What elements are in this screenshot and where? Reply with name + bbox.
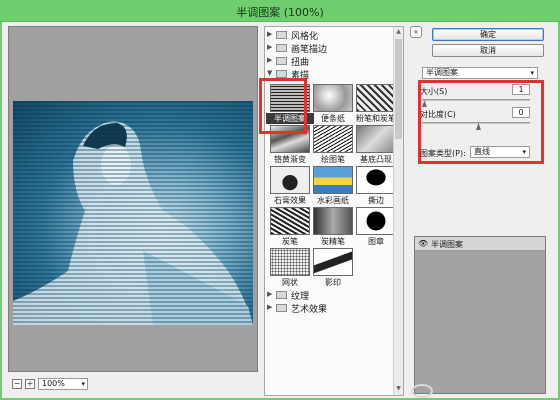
watermark	[410, 382, 560, 400]
folder-icon	[276, 31, 287, 39]
filter-thumb-stamp[interactable]: 图章	[356, 207, 396, 246]
filter-thumb-torn-edges[interactable]: 撕边	[356, 166, 396, 205]
thumb-image	[356, 207, 396, 235]
thumb-image	[270, 207, 310, 235]
folder-artistic[interactable]: ▶ 艺术效果	[267, 302, 391, 315]
pattern-type-value: 直线	[474, 147, 490, 156]
size-label: 大小(S)	[420, 87, 448, 96]
chevron-down-icon: ▾	[530, 69, 534, 77]
effect-layer-name: 半调图案	[431, 240, 463, 249]
thumb-image	[270, 248, 310, 276]
scroll-up-icon[interactable]: ▲	[395, 28, 402, 36]
thumb-image	[313, 166, 353, 194]
filter-thumb-bas-relief[interactable]: 基底凸现	[356, 125, 396, 164]
effect-layer-row[interactable]: 👁 半调图案	[415, 237, 545, 251]
collapse-gallery-button[interactable]: «	[410, 26, 422, 38]
folder-texture[interactable]: ▶ 纹理	[267, 289, 391, 302]
settings-panel: « 确定 取消 半调图案 ▾ 大小(S) 1 对比度(C) 0 图案类型(P):…	[410, 26, 550, 398]
filter-thumb-plaster[interactable]: 石膏效果	[270, 166, 310, 205]
filter-thumb-graphic-pen[interactable]: 绘图笔	[313, 125, 353, 164]
window-title: 半调图案 (100%)	[236, 6, 324, 19]
thumb-image	[313, 84, 353, 112]
thumb-label: 便条纸	[321, 114, 345, 123]
thumb-image	[356, 84, 396, 112]
effect-layers-panel: 👁 半调图案	[414, 236, 546, 394]
thumb-label: 水彩画纸	[317, 196, 349, 205]
filter-select-value: 半调图案	[426, 68, 458, 77]
thumb-label: 石膏效果	[274, 196, 306, 205]
filter-thumb-conte-crayon[interactable]: 炭精笔	[313, 207, 353, 246]
folder-icon	[276, 44, 287, 52]
expand-arrow-icon: ▶	[267, 290, 273, 298]
collapse-arrow-icon: ▼	[267, 69, 273, 77]
zoom-in-button[interactable]: +	[25, 379, 35, 389]
gallery-scrollbar[interactable]: ▲ ▼	[393, 27, 403, 395]
preview-image	[13, 101, 253, 325]
pattern-type-label: 图案类型(P):	[420, 149, 466, 158]
zoom-value: 100%	[42, 379, 65, 388]
ok-button[interactable]: 确定	[432, 28, 544, 41]
folder-stylize[interactable]: ▶ 风格化	[267, 29, 391, 42]
folder-label: 扭曲	[291, 58, 310, 68]
watermark-logo	[411, 384, 433, 398]
preview-pane[interactable]	[8, 26, 258, 372]
size-slider[interactable]	[422, 99, 530, 101]
folder-label: 风格化	[291, 32, 319, 42]
contrast-field[interactable]: 0	[512, 107, 530, 118]
folder-icon	[276, 304, 287, 312]
selection-highlight	[259, 78, 307, 134]
thumb-label: 绘图笔	[321, 155, 345, 164]
zoom-select[interactable]: 100% ▾	[38, 378, 88, 390]
folder-distort[interactable]: ▶ 扭曲	[267, 55, 391, 68]
thumb-image	[356, 166, 396, 194]
expand-arrow-icon: ▶	[267, 43, 273, 51]
thumb-label: 炭笔	[282, 237, 298, 246]
thumb-label: 铬黄渐变	[274, 155, 306, 164]
filter-thumb-reticulation[interactable]: 网状	[270, 248, 310, 287]
expand-arrow-icon: ▶	[267, 56, 273, 64]
thumb-image	[313, 125, 353, 153]
filter-thumb-water-paper[interactable]: 水彩画纸	[313, 166, 353, 205]
chevron-down-icon: ▾	[81, 380, 85, 388]
filter-thumb-chalk-charcoal[interactable]: 粉笔和炭笔	[356, 84, 396, 123]
thumb-label: 炭精笔	[321, 237, 345, 246]
eye-icon[interactable]: 👁	[418, 239, 428, 248]
folder-open-icon	[276, 70, 287, 78]
filter-thumb-note-paper[interactable]: 便条纸	[313, 84, 353, 123]
folder-icon	[276, 57, 287, 65]
thumb-image	[270, 166, 310, 194]
thumb-image	[313, 248, 353, 276]
zoom-out-button[interactable]: −	[12, 379, 22, 389]
contrast-slider[interactable]	[422, 122, 530, 124]
size-field[interactable]: 1	[512, 84, 530, 95]
filter-thumb-charcoal[interactable]: 炭笔	[270, 207, 310, 246]
halftone-photo-graphic	[13, 101, 253, 325]
pattern-type-select[interactable]: 直线 ▾	[470, 146, 530, 158]
expand-arrow-icon: ▶	[267, 303, 273, 311]
filter-thumb-photocopy[interactable]: 影印	[313, 248, 353, 287]
title-bar: 半调图案 (100%)	[0, 0, 560, 22]
thumb-image	[313, 207, 353, 235]
folder-label: 纹理	[291, 292, 310, 302]
scroll-down-icon[interactable]: ▼	[395, 385, 402, 393]
preview-zoom-bar: − + 100% ▾	[8, 374, 258, 394]
thumb-label: 网状	[282, 278, 298, 287]
chevron-down-icon: ▾	[522, 148, 526, 156]
filter-gallery-window: − + 100% ▾ ▶ 风格化 ▶ 画笔描边 ▶ 扭曲 ▼ 素描 半调图案 便…	[0, 22, 560, 400]
filter-select[interactable]: 半调图案 ▾	[422, 67, 538, 79]
folder-brush-strokes[interactable]: ▶ 画笔描边	[267, 42, 391, 55]
cancel-button[interactable]: 取消	[432, 44, 544, 57]
thumb-image	[356, 125, 396, 153]
thumb-label: 影印	[325, 278, 341, 287]
folder-label: 画笔描边	[291, 45, 328, 55]
folder-label: 艺术效果	[291, 305, 328, 315]
contrast-label: 对比度(C)	[420, 110, 456, 119]
folder-icon	[276, 291, 287, 299]
scroll-thumb[interactable]	[395, 39, 402, 139]
expand-arrow-icon: ▶	[267, 30, 273, 38]
